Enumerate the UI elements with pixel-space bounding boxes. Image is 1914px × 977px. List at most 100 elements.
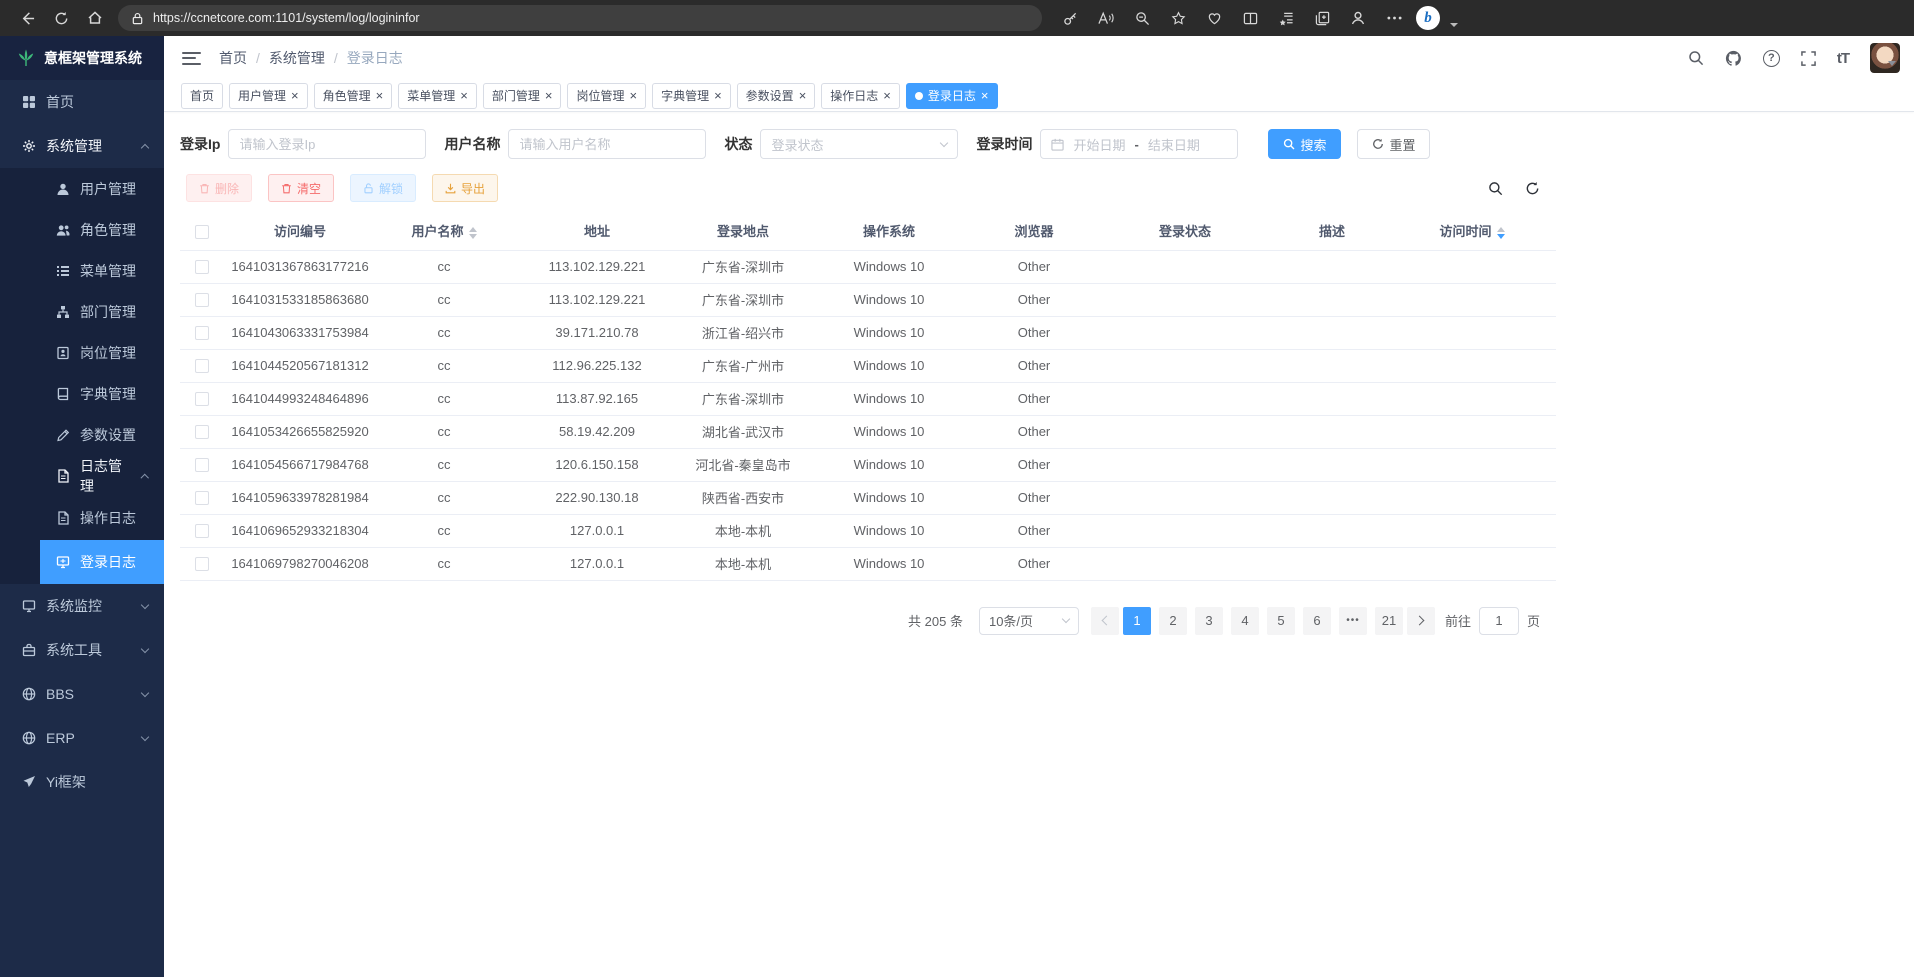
favorites-hub-icon[interactable] [1272,4,1300,32]
tab-close-icon[interactable] [714,89,722,102]
github-icon[interactable] [1725,50,1742,67]
breadcrumb-home[interactable]: 首页 [219,48,247,68]
browser-back-icon[interactable] [10,4,44,32]
font-size-icon[interactable]: tT [1837,50,1849,67]
copilot-caret-icon[interactable] [1450,23,1458,27]
help-icon[interactable]: ? [1763,50,1780,67]
tab[interactable]: 参数设置 [737,83,816,109]
tab[interactable]: 登录日志 [906,83,998,109]
row-checkbox[interactable] [195,557,209,571]
delete-button[interactable]: 删除 [186,174,252,202]
sidebar-item-operation-log[interactable]: 操作日志 [40,496,164,540]
tab[interactable]: 字典管理 [652,83,731,109]
sidebar-item-user-mgmt[interactable]: 用户管理 [0,168,164,209]
tab-close-icon[interactable] [291,89,299,102]
sidebar-item-home[interactable]: 首页 [0,80,164,124]
tab-close-icon[interactable] [883,89,891,102]
tab-close-icon[interactable] [799,89,807,102]
sidebar-item-tools[interactable]: 系统工具 [0,628,164,672]
search-icon[interactable] [1688,50,1704,66]
sidebar-toggle-icon[interactable] [182,52,201,65]
user-avatar[interactable] [1870,43,1900,73]
status-select[interactable]: 登录状态 [760,129,958,159]
tab-close-icon[interactable] [376,89,384,102]
export-button[interactable]: 导出 [432,174,498,202]
page-button[interactable]: 3 [1195,607,1223,635]
sort-control[interactable] [1497,227,1505,239]
sort-control[interactable] [469,227,477,239]
read-aloud-icon[interactable] [1092,4,1120,32]
zoom-out-icon[interactable] [1128,4,1156,32]
page-button[interactable]: 2 [1159,607,1187,635]
next-page-button[interactable] [1407,607,1435,635]
fullscreen-icon[interactable] [1801,51,1816,66]
tab[interactable]: 菜单管理 [398,83,477,109]
tab-close-icon[interactable] [545,89,553,102]
page-button[interactable]: ••• [1339,607,1367,635]
favorites-add-icon[interactable] [1164,4,1192,32]
page-button[interactable]: 1 [1123,607,1151,635]
page-button[interactable]: 6 [1303,607,1331,635]
copilot-icon[interactable]: b [1416,6,1440,30]
key-icon[interactable] [1056,4,1084,32]
sidebar-item-login-log[interactable]: 登录日志 [40,540,164,584]
tab[interactable]: 首页 [181,83,223,109]
sidebar-item-dept-mgmt[interactable]: 部门管理 [0,291,164,332]
page-size-select[interactable]: 10条/页 [979,607,1079,635]
goto-page-input[interactable] [1479,607,1519,635]
row-checkbox[interactable] [195,425,209,439]
row-checkbox[interactable] [195,326,209,340]
sidebar-item-param-settings[interactable]: 参数设置 [0,414,164,455]
split-screen-icon[interactable] [1236,4,1264,32]
tab[interactable]: 部门管理 [483,83,562,109]
browser-home-icon[interactable] [78,4,112,32]
row-checkbox[interactable] [195,491,209,505]
sidebar-item-erp[interactable]: ERP [0,716,164,760]
row-checkbox[interactable] [195,458,209,472]
tab[interactable]: 用户管理 [229,83,308,109]
tab-close-icon[interactable] [629,89,637,102]
profile-icon[interactable] [1344,4,1372,32]
tab-close-icon[interactable] [460,89,468,102]
login-ip-input[interactable] [228,129,426,159]
address-bar[interactable]: https://ccnetcore.com:1101/system/log/lo… [118,5,1042,31]
sidebar-item-dict-mgmt[interactable]: 字典管理 [0,373,164,414]
browser-menu-icon[interactable] [1380,4,1408,32]
reset-button[interactable]: 重置 [1357,129,1430,159]
sidebar-item-role-mgmt[interactable]: 角色管理 [0,209,164,250]
username-input[interactable] [508,129,706,159]
user-menu[interactable] [1870,43,1896,73]
tab[interactable]: 角色管理 [314,83,393,109]
tab[interactable]: 操作日志 [821,83,900,109]
page-button[interactable]: 4 [1231,607,1259,635]
page-button[interactable]: 5 [1267,607,1295,635]
row-checkbox[interactable] [195,260,209,274]
unlock-button[interactable]: 解锁 [350,174,416,202]
sidebar-item-yi-framework[interactable]: Yi框架 [0,760,164,804]
clear-button[interactable]: 清空 [268,174,334,202]
row-checkbox[interactable] [195,293,209,307]
search-button[interactable]: 搜索 [1268,129,1341,159]
page-button[interactable]: 21 [1375,607,1403,635]
prev-page-button[interactable] [1091,607,1119,635]
sidebar-item-menu-mgmt[interactable]: 菜单管理 [0,250,164,291]
tab-close-icon[interactable] [981,89,989,102]
row-checkbox[interactable] [195,524,209,538]
sidebar-item-log-mgmt[interactable]: 日志管理 [0,455,164,496]
site-info-icon[interactable] [131,12,144,25]
sidebar-item-bbs[interactable]: BBS [0,672,164,716]
sidebar-item-monitor[interactable]: 系统监控 [0,584,164,628]
refresh-table-icon[interactable] [1525,181,1540,196]
collections-icon[interactable] [1308,4,1336,32]
row-checkbox[interactable] [195,359,209,373]
browser-refresh-icon[interactable] [44,4,78,32]
browser-essentials-icon[interactable] [1200,4,1228,32]
sidebar-item-post-mgmt[interactable]: 岗位管理 [0,332,164,373]
breadcrumb-system[interactable]: 系统管理 [269,48,325,68]
date-range-picker[interactable]: 开始日期 - 结束日期 [1040,129,1238,159]
select-all-checkbox[interactable] [195,225,209,239]
sidebar-item-system[interactable]: 系统管理 [0,124,164,168]
row-checkbox[interactable] [195,392,209,406]
tab[interactable]: 岗位管理 [567,83,646,109]
toggle-search-icon[interactable] [1488,181,1503,196]
